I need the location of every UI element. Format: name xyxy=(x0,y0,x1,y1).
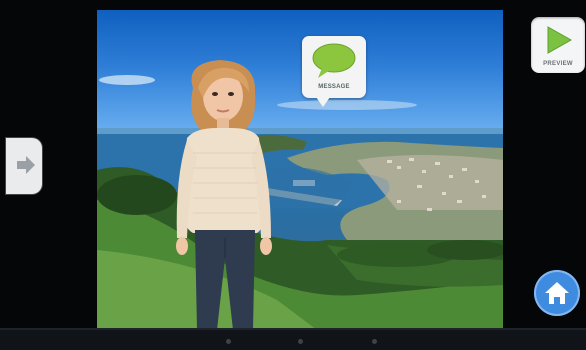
character-avatar[interactable] xyxy=(165,58,285,330)
preview-button[interactable]: PREVIEW xyxy=(531,17,585,73)
nav-recents-button[interactable] xyxy=(372,339,377,344)
preview-button-label: PREVIEW xyxy=(543,61,573,67)
play-icon xyxy=(547,26,573,54)
nav-back-button[interactable] xyxy=(226,339,231,344)
message-button-label: MESSAGE xyxy=(318,84,350,90)
background-landscape xyxy=(97,75,503,330)
message-button[interactable]: MESSAGE xyxy=(302,36,366,107)
nav-home-button[interactable] xyxy=(298,339,303,344)
side-panel-toggle[interactable] xyxy=(6,138,42,194)
home-icon xyxy=(545,282,569,304)
scene-stage[interactable] xyxy=(97,10,503,330)
speech-bubble-icon xyxy=(312,43,356,78)
system-nav-bar xyxy=(0,330,586,350)
arrow-right-icon xyxy=(17,156,35,174)
home-button[interactable] xyxy=(534,270,580,316)
